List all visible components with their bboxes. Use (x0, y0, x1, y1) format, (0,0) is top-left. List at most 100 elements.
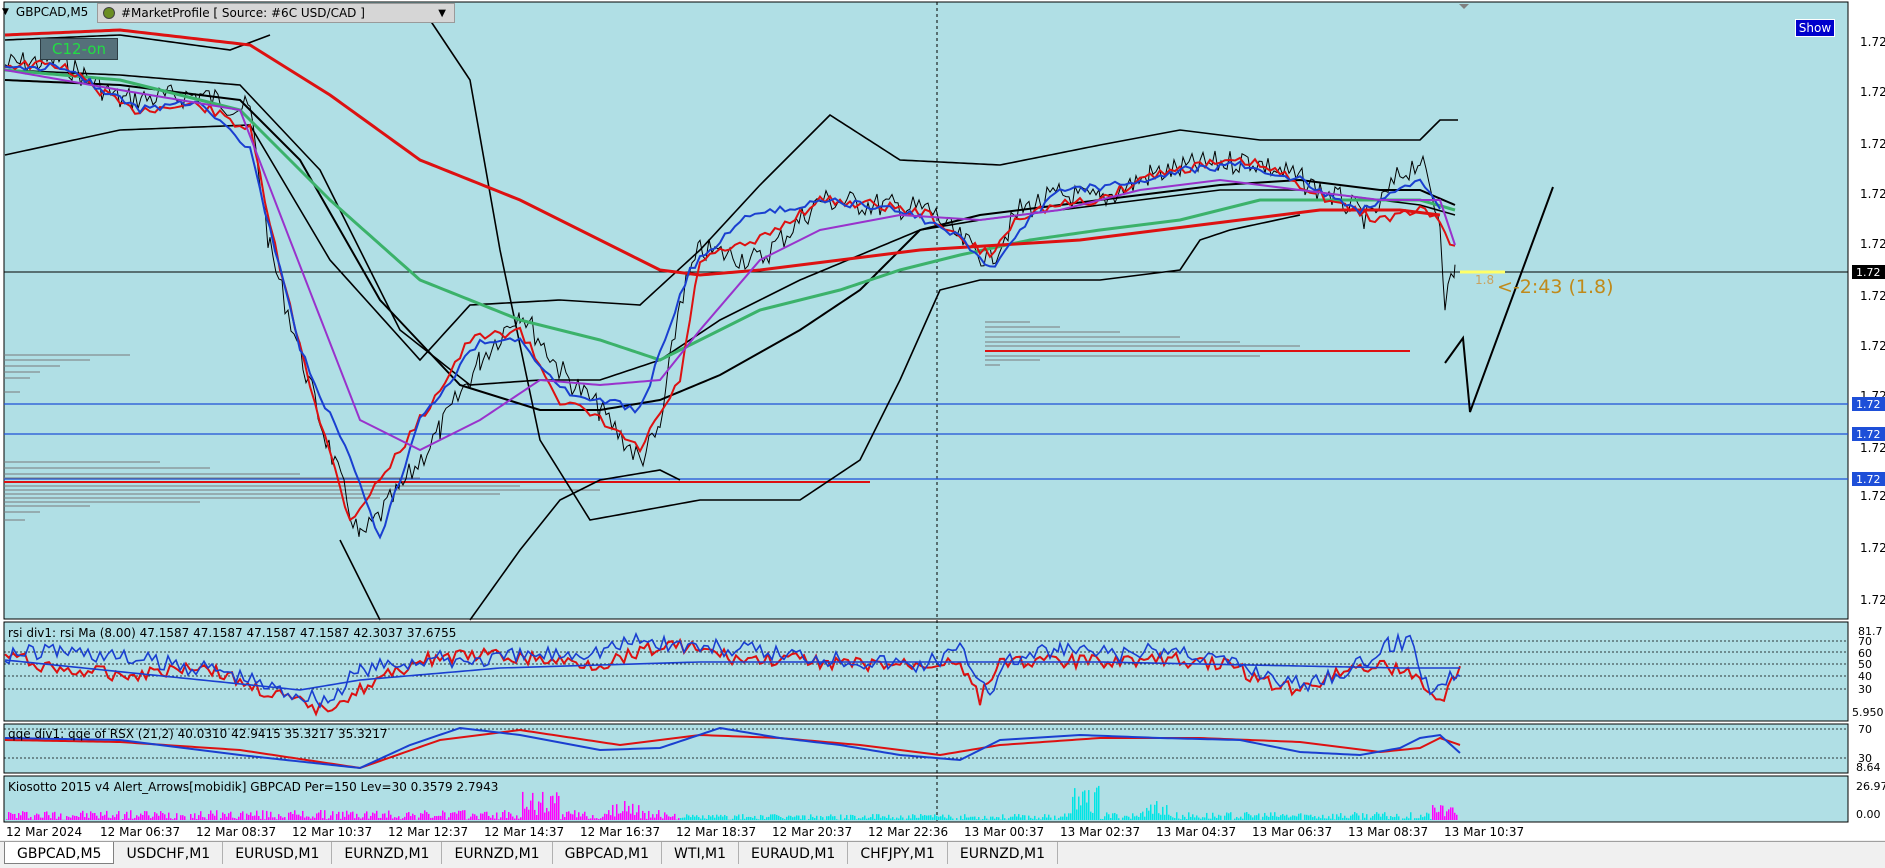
kiosotto-bar (1134, 816, 1136, 820)
kiosotto-bar (20, 815, 22, 820)
kiosotto-bar (40, 818, 42, 820)
kiosotto-bar (1386, 816, 1388, 820)
kiosotto-bar (484, 812, 486, 820)
kiosotto-bar (26, 812, 28, 820)
kiosotto-bar (1236, 817, 1238, 820)
main-price-panel[interactable] (4, 2, 1848, 619)
kiosotto-bar (1034, 816, 1036, 820)
kiosotto-bar (276, 819, 278, 820)
kiosotto-bar (1224, 816, 1226, 820)
dropdown-arrow-icon[interactable]: ▼ (2, 7, 9, 17)
kiosotto-bar (270, 812, 272, 820)
kiosotto-bar (1098, 786, 1100, 820)
tab-wti-m1[interactable]: WTI,M1 (662, 842, 739, 864)
kiosotto-bar (874, 819, 876, 820)
kiosotto-bar (208, 814, 210, 820)
market-profile-dropdown[interactable]: #MarketProfile [ Source: #6C USD/CAD ] ▼ (97, 3, 455, 23)
kiosotto-bar (230, 812, 232, 820)
kiosotto-bar (680, 818, 682, 820)
svg-text:12 Mar 12:37: 12 Mar 12:37 (388, 825, 468, 839)
kiosotto-bar (1454, 813, 1456, 820)
kiosotto-bar (436, 816, 438, 820)
tab-eurusd-m1[interactable]: EURUSD,M1 (223, 842, 332, 864)
kiosotto-bar (1376, 812, 1378, 820)
kiosotto-bar (190, 814, 192, 820)
symbol-header: ▼ GBPCAD,M5 (2, 2, 92, 22)
kiosotto-bar (52, 813, 54, 820)
kiosotto-bar (772, 814, 774, 820)
kiosotto-bar (1200, 819, 1202, 820)
kiosotto-bar (960, 816, 962, 820)
kiosotto-bar (112, 815, 114, 820)
kiosotto-bar (1268, 817, 1270, 820)
svg-text:12 Mar 14:37: 12 Mar 14:37 (484, 825, 564, 839)
kiosotto-bar (612, 805, 614, 820)
kiosotto-bar (354, 818, 356, 820)
kiosotto-bar (996, 817, 998, 820)
kiosotto-bar (1326, 819, 1328, 820)
c12-toggle-button[interactable]: C12-on (40, 38, 118, 60)
kiosotto-bar (432, 818, 434, 820)
kiosotto-bar (130, 810, 132, 820)
kiosotto-bar (1426, 813, 1428, 820)
kiosotto-bar (1402, 818, 1404, 820)
svg-text:1.72: 1.72 (1860, 289, 1885, 303)
time-axis[interactable]: 12 Mar 2024 12 Mar 06:37 12 Mar 08:37 12… (6, 825, 1524, 839)
kiosotto-bar (710, 816, 712, 820)
kiosotto-bar (370, 816, 372, 820)
chevron-down-icon[interactable]: ▼ (438, 8, 446, 19)
kiosotto-bar (34, 815, 36, 820)
kiosotto-bar (98, 818, 100, 820)
tab-eurnzd-m1-3[interactable]: EURNZD,M1 (948, 842, 1058, 864)
tab-chfjpy-m1[interactable]: CHFJPY,M1 (848, 842, 948, 864)
svg-text:70: 70 (1858, 723, 1872, 736)
kiosotto-bar (690, 817, 692, 820)
show-button[interactable]: Show (1795, 19, 1835, 37)
kiosotto-bar (426, 812, 428, 820)
kiosotto-bar (1090, 812, 1092, 820)
kiosotto-bar (992, 817, 994, 820)
kiosotto-bar (628, 806, 630, 820)
price-axis[interactable]: 1.72 1.72 1.72 1.72 1.72 1.72 1.72 1.72 … (1860, 35, 1885, 607)
kiosotto-bar (124, 814, 126, 820)
kiosotto-bar (116, 814, 118, 820)
kiosotto-bar (316, 813, 318, 820)
kiosotto-bar (1068, 813, 1070, 820)
kiosotto-bar (1420, 815, 1422, 820)
kiosotto-bar (1450, 807, 1452, 820)
kiosotto-bar (594, 818, 596, 820)
kiosotto-bar (1410, 812, 1412, 820)
kiosotto-bar (570, 814, 572, 820)
kiosotto-bar (990, 817, 992, 820)
tab-usdchf-m1[interactable]: USDCHF,M1 (114, 842, 223, 864)
kiosotto-bar (1226, 813, 1228, 820)
kiosotto-bar (846, 815, 848, 820)
kiosotto-bar (1082, 792, 1084, 820)
kiosotto-bar (706, 819, 708, 820)
kiosotto-bar (906, 819, 908, 820)
kiosotto-bar (1280, 815, 1282, 820)
kiosotto-bar (206, 819, 208, 820)
tab-gbpcad-m1[interactable]: GBPCAD,M1 (553, 842, 662, 864)
tab-eurnzd-m1-2[interactable]: EURNZD,M1 (442, 842, 552, 864)
kiosotto-bar (1354, 812, 1356, 820)
kiosotto-bar (1186, 819, 1188, 820)
tab-gbpcad-m5[interactable]: GBPCAD,M5 (4, 842, 114, 864)
kiosotto-bar (502, 812, 504, 820)
kiosotto-bar (1248, 814, 1250, 820)
kiosotto-bar (380, 818, 382, 820)
kiosotto-bar (1396, 814, 1398, 820)
kiosotto-bar (1164, 815, 1166, 820)
tab-euraud-m1[interactable]: EURAUD,M1 (739, 842, 848, 864)
kiosotto-bar (560, 819, 562, 820)
kiosotto-bar (1258, 814, 1260, 820)
kiosotto-bar (872, 814, 874, 820)
tab-eurnzd-m1[interactable]: EURNZD,M1 (332, 842, 442, 864)
kiosotto-bar (736, 816, 738, 820)
chart-canvas[interactable]: 1.8 <-2:43 (1.8) rsi div1: rsi Ma (8.00)… (0, 0, 1885, 840)
kiosotto-bar (554, 803, 556, 820)
kiosotto-bar (1044, 814, 1046, 820)
chart-window[interactable]: 1.8 <-2:43 (1.8) rsi div1: rsi Ma (8.00)… (0, 0, 1885, 840)
kiosotto-bar (1440, 805, 1442, 820)
kiosotto-bar (868, 818, 870, 820)
